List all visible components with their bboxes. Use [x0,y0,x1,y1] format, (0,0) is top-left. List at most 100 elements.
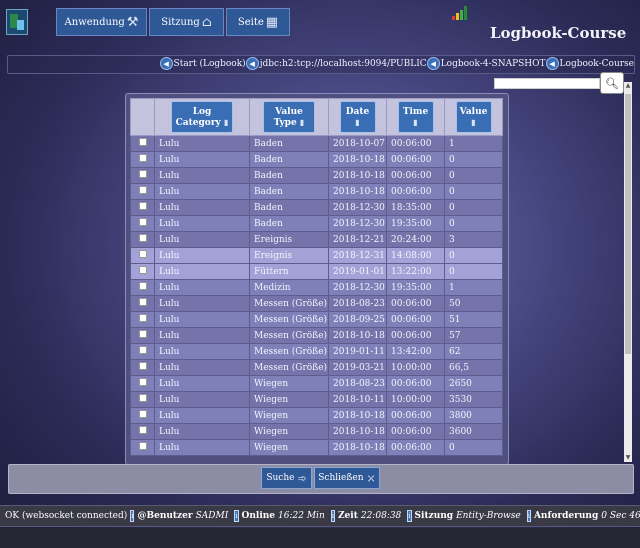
table-row[interactable]: Lulu Ereignis 2018-12-21 20:24:00 3 [130,231,503,248]
column-label: Time [402,107,429,117]
row-checkbox[interactable] [138,394,147,402]
sort-date-button[interactable]: Date ▮ [339,101,376,133]
scroll-down-icon[interactable]: ▼ [624,454,632,462]
app-logo[interactable] [6,9,28,35]
table-row[interactable]: Lulu Baden 2018-10-18 00:06:00 0 [130,151,503,168]
cell-category: Lulu [154,295,250,312]
nav-anwendung-button[interactable]: Anwendung ⚒ [56,8,147,36]
cell-type: Messen (Größe) [249,343,329,360]
table-row[interactable]: Lulu Messen (Größe) 2018-10-18 00:06:00 57 [130,327,503,344]
cell-value: 51 [444,311,503,328]
table-row[interactable]: Lulu Messen (Größe) 2018-09-25 00:06:00 51 [130,311,503,328]
info-icon[interactable]: i [526,510,531,522]
cell-category: Lulu [154,391,250,408]
info-icon[interactable]: i [130,510,135,522]
table-row[interactable]: Lulu Baden 2018-10-18 00:06:00 0 [130,167,503,184]
close-button[interactable]: Schließen ⤫ [314,467,380,489]
cell-category: Lulu [154,407,250,424]
nav-sitzung-button[interactable]: Sitzung ⌂ [149,8,224,36]
row-checkbox[interactable] [138,170,147,178]
search-input[interactable] [494,78,600,89]
row-select-cell [130,343,155,360]
cell-category: Lulu [154,359,250,376]
breadcrumb-item-course[interactable]: ◀ Logbook-Course [545,57,634,70]
table-row[interactable]: Lulu Baden 2018-10-07 00:06:00 1 [130,135,503,152]
table-row[interactable]: Lulu Wiegen 2018-10-18 00:06:00 0 [130,439,503,456]
sort-value-button[interactable]: Value ▮ [455,101,492,133]
stats-icon[interactable] [452,6,468,20]
info-icon[interactable]: i [407,510,412,522]
row-checkbox[interactable] [138,330,147,338]
nav-seite-button[interactable]: Seite ▦ [226,8,290,36]
row-checkbox[interactable] [138,442,147,450]
sort-log-category-button[interactable]: Log Category ▮ [171,101,233,133]
row-checkbox[interactable] [138,426,147,434]
cell-time: 20:24:00 [386,231,445,248]
user-label: @Benutzer [137,511,193,521]
table-row[interactable]: Lulu Ereignis 2018-12-31 14:08:00 0 [130,247,503,264]
table-row[interactable]: Lulu Medizin 2018-12-30 19:35:00 1 [130,279,503,296]
breadcrumb-item-snapshot[interactable]: ◀ Logbook-4-SNAPSHOT [426,57,546,70]
info-icon[interactable]: i [330,510,335,522]
cell-type: Füttern [249,263,329,280]
table-row[interactable]: Lulu Messen (Größe) 2018-08-23 00:06:00 50 [130,295,503,312]
cell-value: 0 [444,215,503,232]
cell-category: Lulu [154,199,250,216]
table-row[interactable]: Lulu Baden 2018-12-30 18:35:00 0 [130,199,503,216]
page-scrollbar[interactable]: ▲ ▼ [624,82,632,462]
cell-category: Lulu [154,247,250,264]
table-row[interactable]: Lulu Wiegen 2018-08-23 00:06:00 2650 [130,375,503,392]
cell-time: 13:22:00 [386,263,445,280]
row-checkbox[interactable] [138,186,147,194]
sort-value-type-button[interactable]: Value Type ▮ [263,101,315,133]
cell-time: 00:06:00 [386,295,445,312]
breadcrumb-item-jdbc[interactable]: ◀ jdbc:h2:tcp://localhost:9094/PUBLIC [245,57,427,70]
column-label: Date [345,107,370,117]
info-icon[interactable]: i [234,510,239,522]
row-checkbox[interactable] [138,346,147,354]
back-arrow-icon: ◀ [245,57,259,70]
table-row[interactable]: Lulu Baden 2018-10-18 00:06:00 0 [130,183,503,200]
column-header-date: Date ▮ [328,98,387,136]
cell-type: Ereignis [249,231,329,248]
row-checkbox[interactable] [138,298,147,306]
table-row[interactable]: Lulu Messen (Größe) 2019-03-21 10:00:00 66,5 [130,359,503,376]
row-select-cell [130,215,155,232]
cell-date: 2018-08-23 [328,375,387,392]
row-checkbox[interactable] [138,138,147,146]
row-select-cell [130,183,155,200]
search-action-button[interactable]: Suche ➾ [261,467,312,489]
cell-date: 2018-08-23 [328,295,387,312]
row-checkbox[interactable] [138,250,147,258]
table-row[interactable]: Lulu Füttern 2019-01-01 13:22:00 0 [130,263,503,280]
row-checkbox[interactable] [138,154,147,162]
request-value: 0 Sec 46 KB [601,511,640,521]
nav-sitzung-label: Sitzung [161,16,200,28]
row-checkbox[interactable] [138,234,147,242]
table-row[interactable]: Lulu Baden 2018-12-30 19:35:00 0 [130,215,503,232]
row-checkbox[interactable] [138,218,147,226]
cell-category: Lulu [154,279,250,296]
row-checkbox[interactable] [138,362,147,370]
cell-time: 00:06:00 [386,135,445,152]
scrollbar-thumb[interactable] [625,94,631,354]
cell-value: 0 [444,199,503,216]
cell-value: 0 [444,151,503,168]
breadcrumb-item-start[interactable]: ◀ Start (Logbook) [159,57,246,70]
row-checkbox[interactable] [138,410,147,418]
nav-anwendung-label: Anwendung [64,16,125,28]
table-row[interactable]: Lulu Wiegen 2018-10-18 00:06:00 3800 [130,407,503,424]
row-checkbox[interactable] [138,314,147,322]
table-row[interactable]: Lulu Messen (Größe) 2019-01-11 13:42:00 62 [130,343,503,360]
row-checkbox[interactable] [138,378,147,386]
column-header-value-type: Value Type ▮ [249,98,329,136]
table-row[interactable]: Lulu Wiegen 2018-10-11 10:00:00 3530 [130,391,503,408]
scroll-up-icon[interactable]: ▲ [624,82,632,90]
cell-type: Baden [249,215,329,232]
search-button[interactable]: 🔍︎ [600,72,624,94]
sort-time-button[interactable]: Time ▮ [397,101,434,133]
row-checkbox[interactable] [138,282,147,290]
row-checkbox[interactable] [138,202,147,210]
table-row[interactable]: Lulu Wiegen 2018-10-18 00:06:00 3600 [130,423,503,440]
row-checkbox[interactable] [138,266,147,274]
